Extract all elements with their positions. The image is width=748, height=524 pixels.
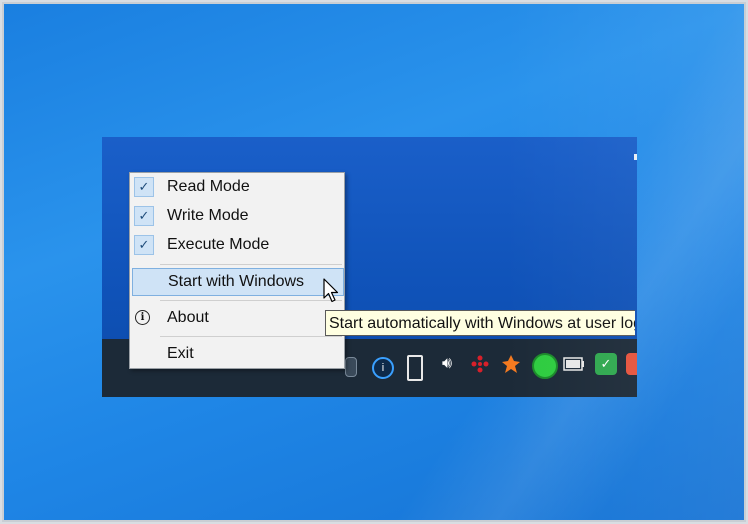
battery-icon[interactable] [345, 357, 357, 377]
menu-item-label: About [167, 309, 209, 326]
menu-item-read-mode[interactable]: ✓ Read Mode [130, 173, 344, 201]
battery-meter-icon[interactable] [563, 353, 585, 375]
menu-item-write-mode[interactable]: ✓ Write Mode [130, 202, 344, 230]
partial-app-icon[interactable] [626, 353, 637, 375]
checkmark-icon: ✓ [134, 177, 154, 197]
menu-item-exit[interactable]: Exit [130, 340, 344, 368]
menu-separator [160, 300, 342, 301]
menu-item-about[interactable]: i About [130, 304, 344, 332]
volume-icon[interactable]: 🔊︎ [436, 353, 458, 375]
info-icon: i [135, 310, 150, 325]
tooltip: Start automatically with Windows at user… [325, 310, 635, 336]
menu-item-label: Write Mode [167, 207, 249, 224]
checkmark-icon: ✓ [134, 235, 154, 255]
window-edge-mark [634, 154, 637, 160]
mouse-cursor-icon [323, 278, 339, 303]
security-check-icon[interactable]: ✓ [595, 353, 617, 375]
menu-item-label: Start with Windows [168, 273, 305, 290]
generic-app-glyph: i [381, 362, 385, 374]
desktop-frame: i 🔊︎ ✓ ✓ Read Mode ✓ Write Mode ✓ Execut… [2, 2, 746, 522]
menu-item-execute-mode[interactable]: ✓ Execute Mode [130, 231, 344, 259]
usb-drive-icon[interactable] [407, 355, 423, 381]
generic-app-icon[interactable]: i [372, 357, 394, 379]
menu-separator [160, 264, 342, 265]
green-circle-icon[interactable] [532, 353, 558, 379]
menu-item-start-with-windows[interactable]: Start with Windows [132, 268, 344, 296]
cluster-app-icon[interactable] [469, 353, 491, 375]
avast-icon[interactable] [500, 353, 522, 375]
menu-item-label: Read Mode [167, 178, 250, 195]
menu-item-label: Exit [167, 345, 194, 362]
menu-separator [160, 336, 342, 337]
context-menu: ✓ Read Mode ✓ Write Mode ✓ Execute Mode … [129, 172, 345, 369]
menu-item-label: Execute Mode [167, 236, 270, 253]
checkmark-icon: ✓ [134, 206, 154, 226]
tooltip-text: Start automatically with Windows at user… [329, 315, 635, 332]
